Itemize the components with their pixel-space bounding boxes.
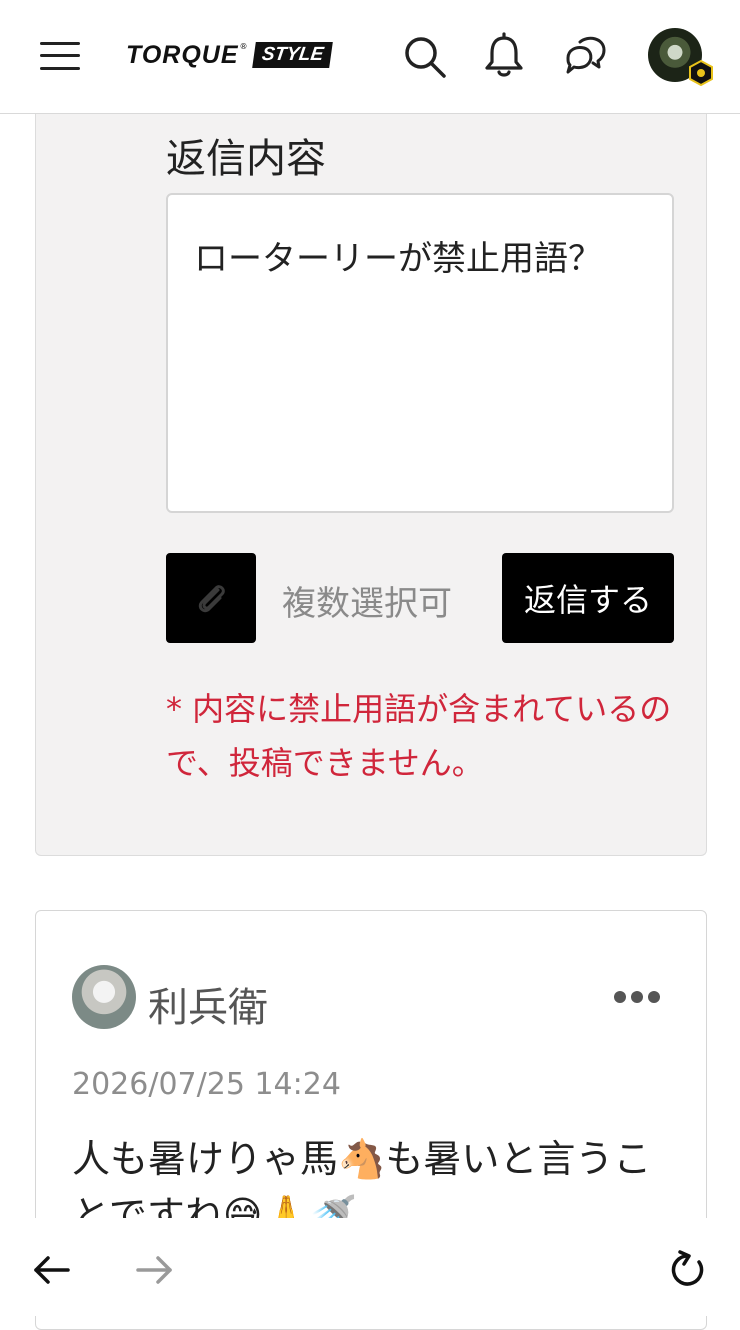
error-message: * 内容に禁止用語が含まれているので、投稿できません。: [166, 690, 672, 782]
paperclip-icon: [198, 585, 225, 613]
reply-textarea[interactable]: ローターリーが禁止用語？: [166, 193, 674, 513]
reload-icon[interactable]: [666, 1248, 710, 1292]
back-arrow-icon[interactable]: [30, 1248, 74, 1292]
reply-title: 返信内容: [166, 136, 326, 182]
comment-date: 2026/07/25 14:24: [72, 1067, 341, 1102]
browser-nav-bar: [0, 1218, 740, 1316]
menu-icon[interactable]: [40, 40, 80, 72]
reply-form: 返信内容 ローターリーが禁止用語？ 複数選択可 返信する * 内容に禁止用語が含…: [35, 110, 707, 856]
bell-icon[interactable]: [480, 32, 528, 80]
badge-icon: [689, 60, 713, 86]
logo-main-text: TORQUE: [126, 40, 239, 69]
commenter-name[interactable]: 利兵衛: [148, 975, 268, 1033]
attach-button[interactable]: [166, 553, 256, 643]
logo-sub-text: STYLE: [251, 42, 333, 68]
top-header: TORQUE ® STYLE: [0, 0, 740, 114]
forward-arrow-icon[interactable]: [132, 1248, 176, 1292]
commenter-avatar[interactable]: [72, 965, 136, 1029]
chat-icon[interactable]: [562, 32, 610, 80]
more-options-icon[interactable]: [614, 987, 660, 1007]
logo-registered-mark: ®: [239, 41, 248, 51]
reply-submit-button[interactable]: 返信する: [502, 553, 674, 643]
site-logo[interactable]: TORQUE ® STYLE: [126, 36, 333, 74]
multi-select-label: 複数選択可: [282, 584, 452, 624]
search-icon[interactable]: [400, 32, 448, 80]
